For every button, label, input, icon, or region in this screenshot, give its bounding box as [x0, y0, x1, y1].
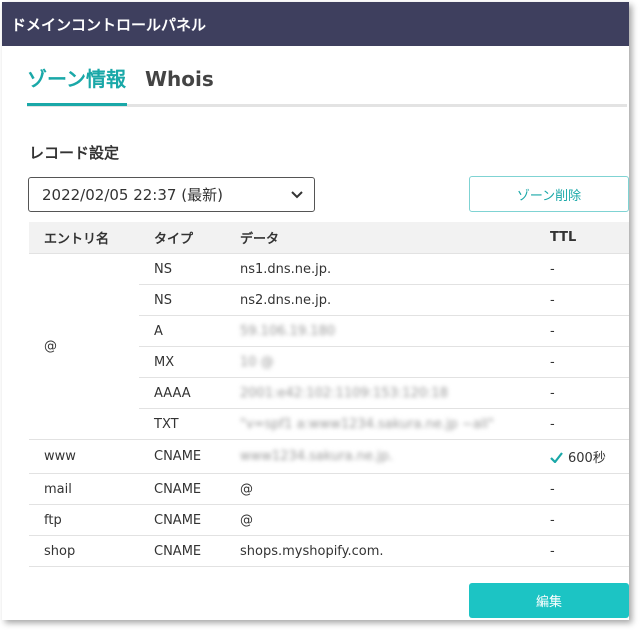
cell-ttl: - [535, 408, 629, 440]
cell-data: ns2.dns.ne.jp. [225, 284, 535, 316]
tab-bar: ゾーン情報 Whois [27, 64, 627, 107]
cell-entry: @ [29, 253, 139, 440]
table-row[interactable]: www CNAME www1234.sakura.ne.jp. 600秒 [29, 439, 629, 474]
cell-data-blurred: 2001:e42:102:1109:153:120:18 [225, 377, 535, 409]
edit-button[interactable]: 編集 [469, 583, 629, 618]
column-header-data: データ [225, 222, 535, 254]
cell-ttl: - [535, 504, 629, 536]
cell-entry: www [29, 439, 139, 474]
cell-entry: ftp [29, 504, 139, 536]
table-header-row: エントリ名 タイプ データ TTL [29, 222, 629, 254]
table-row[interactable]: ftp CNAME @ - [29, 504, 629, 536]
domain-control-panel: ドメインコントロールパネル ゾーン情報 Whois レコード設定 2022/02… [2, 2, 629, 620]
cell-data: @ [225, 504, 535, 536]
cell-type: CNAME [139, 535, 225, 567]
cell-type: A [139, 315, 225, 347]
cell-type: CNAME [139, 439, 225, 474]
column-header-ttl: TTL [535, 222, 629, 254]
check-icon [550, 452, 563, 463]
window-title: ドメインコントロールパネル [2, 2, 629, 46]
cell-ttl: - [535, 535, 629, 567]
table-row[interactable]: @ NS ns1.dns.ne.jp. - [29, 253, 629, 440]
cell-data-blurred: 10 @ [225, 346, 535, 378]
tab-zone-info[interactable]: ゾーン情報 [27, 64, 127, 106]
chevron-down-icon [291, 191, 303, 199]
cell-type: TXT [139, 408, 225, 440]
cell-data: shops.myshopify.com. [225, 535, 535, 567]
table-row[interactable]: mail CNAME @ - [29, 473, 629, 505]
version-select-value: 2022/02/05 22:37 (最新) [42, 186, 223, 204]
cell-ttl: - [535, 473, 629, 505]
column-header-entry: エントリ名 [29, 222, 139, 254]
delete-zone-button[interactable]: ゾーン削除 [469, 176, 629, 212]
cell-type: NS [139, 284, 225, 316]
cell-type: CNAME [139, 473, 225, 505]
cell-type: CNAME [139, 504, 225, 536]
cell-ttl: - [535, 377, 629, 409]
cell-data: @ [225, 473, 535, 505]
cell-type: MX [139, 346, 225, 378]
cell-entry: mail [29, 473, 139, 505]
ttl-value: 600秒 [568, 451, 606, 466]
cell-ttl: - [535, 253, 629, 285]
cell-data-blurred: www1234.sakura.ne.jp. [225, 439, 535, 474]
section-title: レコード設定 [29, 144, 120, 162]
cell-data-blurred: "v=spf1 a:www1234.sakura.ne.jp ~all" [225, 408, 535, 440]
cell-type: AAAA [139, 377, 225, 409]
cell-entry: shop [29, 535, 139, 567]
column-header-type: タイプ [139, 222, 225, 254]
tab-whois[interactable]: Whois [145, 64, 214, 103]
cell-data: ns1.dns.ne.jp. [225, 253, 535, 285]
cell-ttl: - [535, 346, 629, 378]
cell-data-blurred: 59.106.19.180 [225, 315, 535, 347]
cell-ttl: - [535, 315, 629, 347]
cell-ttl: 600秒 [535, 439, 629, 474]
cell-type: NS [139, 253, 225, 285]
cell-ttl: - [535, 284, 629, 316]
records-table: エントリ名 タイプ データ TTL @ NS ns1.dns.ne.jp. - … [29, 222, 629, 567]
version-select[interactable]: 2022/02/05 22:37 (最新) [28, 177, 315, 212]
table-row[interactable]: shop CNAME shops.myshopify.com. - [29, 535, 629, 567]
